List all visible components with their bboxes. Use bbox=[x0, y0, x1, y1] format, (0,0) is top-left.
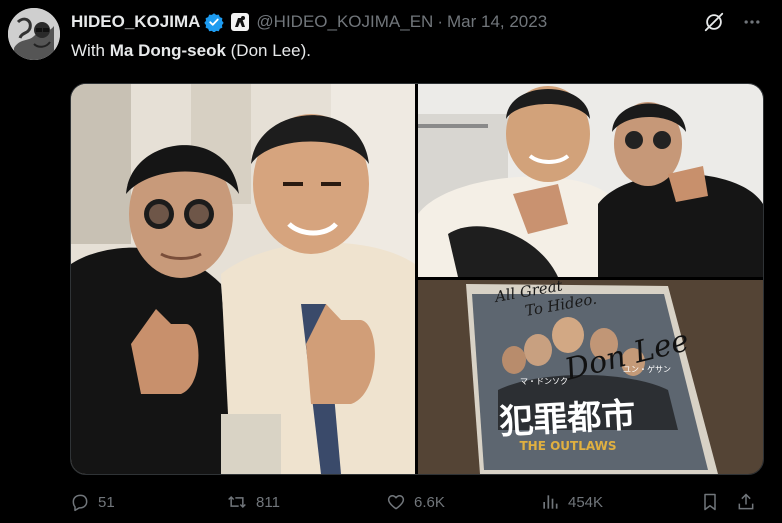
bookmark-icon bbox=[704, 493, 716, 511]
poster-subtitle: THE OUTLAWS bbox=[519, 439, 616, 453]
more-options-icon[interactable] bbox=[740, 10, 764, 34]
tweet-date[interactable]: Mar 14, 2023 bbox=[447, 12, 547, 32]
views-chart-icon bbox=[543, 495, 558, 509]
photo-1[interactable] bbox=[71, 84, 415, 474]
display-name[interactable]: HIDEO_KOJIMA bbox=[71, 12, 200, 32]
avatar[interactable] bbox=[8, 8, 60, 60]
user-handle[interactable]: @HIDEO_KOJIMA_EN bbox=[256, 12, 433, 32]
tweet-header: HIDEO_KOJIMA @HIDEO_KOJIMA_EN · Mar 14, … bbox=[71, 10, 772, 34]
tweet-text-mention: Ma Dong-seok bbox=[109, 41, 226, 60]
affiliate-logo-icon[interactable] bbox=[230, 12, 250, 32]
verified-badge-icon[interactable] bbox=[204, 12, 225, 33]
poster-cast-name: マ・ドンソク bbox=[520, 377, 568, 386]
reply-button[interactable]: 51 bbox=[70, 492, 115, 512]
photo-2[interactable] bbox=[418, 84, 763, 277]
repost-button[interactable]: 811 bbox=[226, 492, 280, 512]
views-count: 454K bbox=[568, 493, 604, 511]
bookmark-button[interactable] bbox=[700, 492, 720, 512]
views-button[interactable]: 454K bbox=[540, 492, 603, 512]
like-count: 6.6K bbox=[414, 493, 445, 511]
heart-icon bbox=[387, 495, 405, 510]
tweet-text: With Ma Dong-seok (Don Lee). bbox=[71, 41, 311, 61]
reply-icon bbox=[72, 494, 88, 512]
share-icon bbox=[738, 493, 754, 510]
media-grid: 犯罪都市 THE OUTLAWS マ・ドンソク ユン・ゲサン All Great… bbox=[70, 83, 764, 475]
photo-3[interactable]: 犯罪都市 THE OUTLAWS マ・ドンソク ユン・ゲサン All Great… bbox=[418, 280, 763, 474]
like-button[interactable]: 6.6K bbox=[386, 492, 445, 512]
repost-count: 811 bbox=[256, 493, 280, 511]
grok-icon[interactable] bbox=[702, 10, 726, 34]
poster-title: 犯罪都市 bbox=[498, 395, 636, 442]
tweet-text-suffix: (Don Lee). bbox=[225, 41, 311, 60]
reply-count: 51 bbox=[98, 493, 115, 511]
repost-icon bbox=[228, 495, 246, 509]
tweet-text-prefix: With bbox=[71, 41, 110, 60]
action-bar: 51 811 6.6K 454K bbox=[70, 488, 762, 516]
share-button[interactable] bbox=[736, 492, 756, 512]
separator-dot: · bbox=[437, 12, 443, 31]
